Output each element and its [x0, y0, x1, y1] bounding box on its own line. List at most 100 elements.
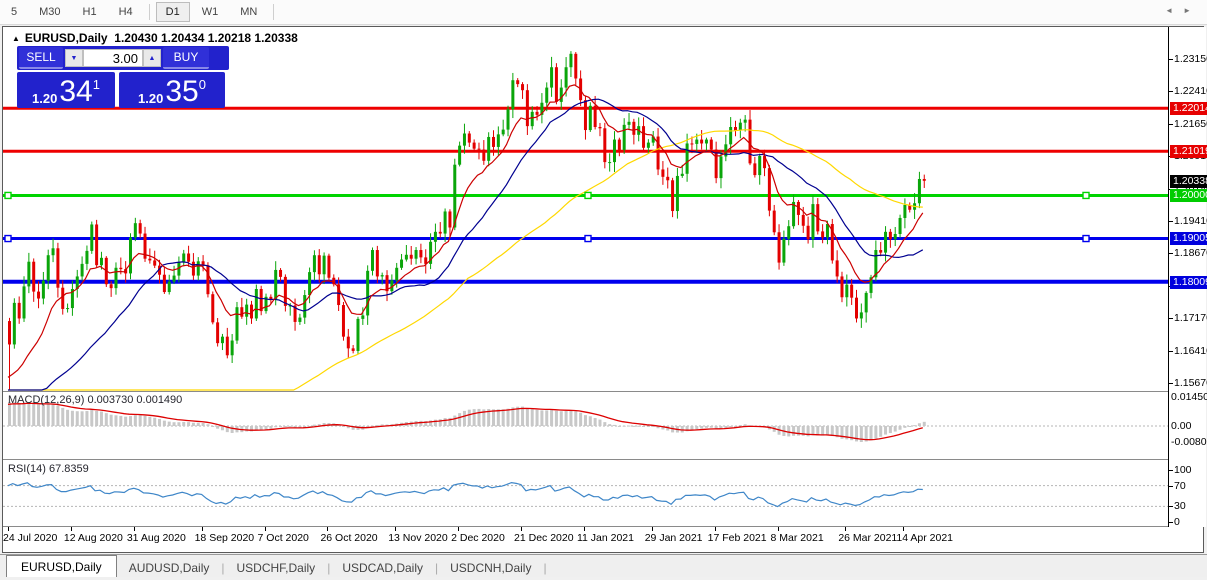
candle-bull — [628, 122, 631, 125]
hline-handle[interactable] — [585, 192, 591, 198]
price-level-badge-1.21019: 1.21019 — [1170, 145, 1207, 158]
price-axis-label: 1.21650 — [1174, 118, 1207, 130]
price-axis-tick — [1169, 318, 1173, 319]
macd-histogram-bar — [289, 426, 292, 427]
candle-bull — [134, 223, 137, 237]
buy-button[interactable]: BUY — [163, 47, 209, 69]
one-click-trading-panel: SELL ▼ 3.00 ▲ BUY 1.20 34 1 1.20 35 0 — [17, 46, 229, 106]
volume-input[interactable]: 3.00 — [83, 49, 143, 67]
candle-bull — [502, 130, 505, 135]
tab-eurusd[interactable]: EURUSD,Daily — [6, 555, 117, 578]
price-level-badge-1.19005: 1.19005 — [1170, 232, 1207, 245]
macd-histogram-bar — [61, 408, 64, 426]
macd-axis-label: 0.014509 — [1171, 391, 1207, 403]
timeframe-d1[interactable]: D1 — [156, 2, 190, 22]
date-tick — [715, 527, 716, 531]
macd-histogram-bar — [56, 406, 59, 426]
tab-scroll-left-icon[interactable]: ◄ — [1165, 6, 1183, 15]
candle-bull — [168, 282, 171, 292]
macd-histogram-bar — [148, 417, 151, 426]
macd-histogram-bar — [569, 411, 572, 426]
hline-handle[interactable] — [1083, 192, 1089, 198]
buy-price-big: 35 — [165, 78, 198, 106]
date-tick — [134, 527, 135, 531]
candle-bull — [550, 67, 553, 87]
macd-histogram-bar — [216, 426, 219, 429]
candle-bear — [661, 169, 664, 176]
candle-bull — [497, 134, 500, 147]
macd-axis-label: 0.00 — [1171, 420, 1191, 432]
candle-bear — [279, 270, 282, 277]
candle-bull — [458, 146, 461, 165]
timeframe-toolbar: 5M30H1H4 D1W1MN — [0, 0, 1207, 25]
tab-scroll-right-icon[interactable]: ► — [1183, 6, 1201, 15]
candle-bull — [903, 205, 906, 218]
timeframe-h1[interactable]: H1 — [73, 2, 107, 22]
macd-histogram-bar — [826, 426, 829, 435]
candle-bull — [47, 255, 50, 281]
macd-histogram-bar — [468, 410, 471, 426]
macd-histogram-bar — [879, 426, 882, 437]
candle-bear — [352, 348, 355, 351]
price-axis-label: 1.15670 — [1174, 377, 1207, 389]
candle-bear — [376, 250, 379, 276]
volume-increase-button[interactable]: ▲ — [143, 49, 161, 67]
macd-histogram-bar — [739, 425, 742, 426]
date-tick — [584, 527, 585, 531]
price-axis-tick — [1169, 221, 1173, 222]
candle-bear — [923, 179, 926, 181]
timeframe-5[interactable]: 5 — [1, 2, 27, 22]
macd-histogram-bar — [555, 411, 558, 426]
candle-bear — [32, 262, 35, 292]
hline-handle[interactable] — [5, 192, 11, 198]
rsi-indicator-label: RSI(14) 67.8359 — [8, 463, 89, 475]
timeframe-mn[interactable]: MN — [230, 2, 267, 22]
candle-bull — [589, 106, 592, 130]
hline-handle[interactable] — [5, 236, 11, 242]
price-axis-label: 1.23150 — [1174, 53, 1207, 65]
candle-bull — [865, 293, 868, 312]
sell-button[interactable]: SELL — [19, 47, 63, 69]
timeframe-w1[interactable]: W1 — [192, 2, 229, 22]
buy-price-tile[interactable]: 1.20 35 0 — [119, 72, 225, 108]
timeframe-m30[interactable]: M30 — [29, 2, 70, 22]
candle-bull — [739, 123, 742, 131]
price-axis[interactable]: 1.231501.224101.216501.209101.201401.194… — [1168, 27, 1206, 527]
tab-scroll-arrows[interactable]: ◄► — [1165, 6, 1201, 15]
tab-usdcnh[interactable]: USDCNH,Daily — [438, 558, 543, 578]
candle-bear — [840, 276, 843, 297]
sell-price-tile[interactable]: 1.20 34 1 — [17, 72, 115, 108]
rsi-axis-tick — [1169, 506, 1173, 507]
price-axis-label: 1.18670 — [1174, 247, 1207, 259]
macd-histogram-bar — [66, 410, 69, 426]
macd-histogram-bar — [536, 410, 539, 426]
rsi-pane — [3, 483, 1168, 507]
macd-histogram-bar — [637, 426, 640, 427]
hline-handle[interactable] — [1083, 236, 1089, 242]
candle-bear — [807, 226, 810, 239]
tab-usdchf[interactable]: USDCHF,Daily — [225, 558, 328, 578]
candle-bear — [594, 106, 597, 127]
timeframe-h4[interactable]: H4 — [109, 2, 143, 22]
candle-bear — [715, 150, 718, 179]
candle-bear — [482, 150, 485, 161]
candle-bull — [884, 232, 887, 253]
price-axis-label: 1.17170 — [1174, 312, 1207, 324]
candle-bull — [845, 285, 848, 298]
macd-histogram-bar — [521, 407, 524, 426]
candle-bull — [894, 234, 897, 239]
macd-histogram-bar — [202, 423, 205, 426]
hline-handle[interactable] — [585, 236, 591, 242]
macd-histogram-bar — [37, 404, 40, 426]
tab-usdcad[interactable]: USDCAD,Daily — [330, 558, 435, 578]
candle-bull — [705, 140, 708, 144]
candle-bear — [536, 112, 539, 115]
macd-histogram-bar — [903, 426, 906, 428]
tab-audusd[interactable]: AUDUSD,Daily — [117, 558, 222, 578]
macd-histogram-bar — [884, 426, 887, 435]
candle-bear — [163, 275, 166, 292]
volume-decrease-button[interactable]: ▼ — [65, 49, 83, 67]
collapse-triangle-icon[interactable]: ▲ — [12, 34, 20, 43]
candle-bull — [415, 250, 418, 259]
date-axis[interactable]: 24 Jul 202012 Aug 202031 Aug 202018 Sep … — [3, 527, 1168, 550]
